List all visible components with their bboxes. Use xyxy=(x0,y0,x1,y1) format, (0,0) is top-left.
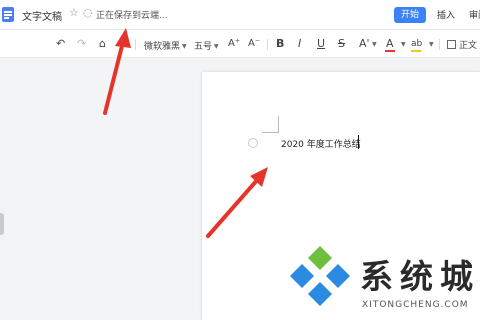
arrow-to-save-status xyxy=(103,28,131,115)
annotation-arrows xyxy=(103,28,268,238)
arrow-to-document-text xyxy=(206,167,268,238)
